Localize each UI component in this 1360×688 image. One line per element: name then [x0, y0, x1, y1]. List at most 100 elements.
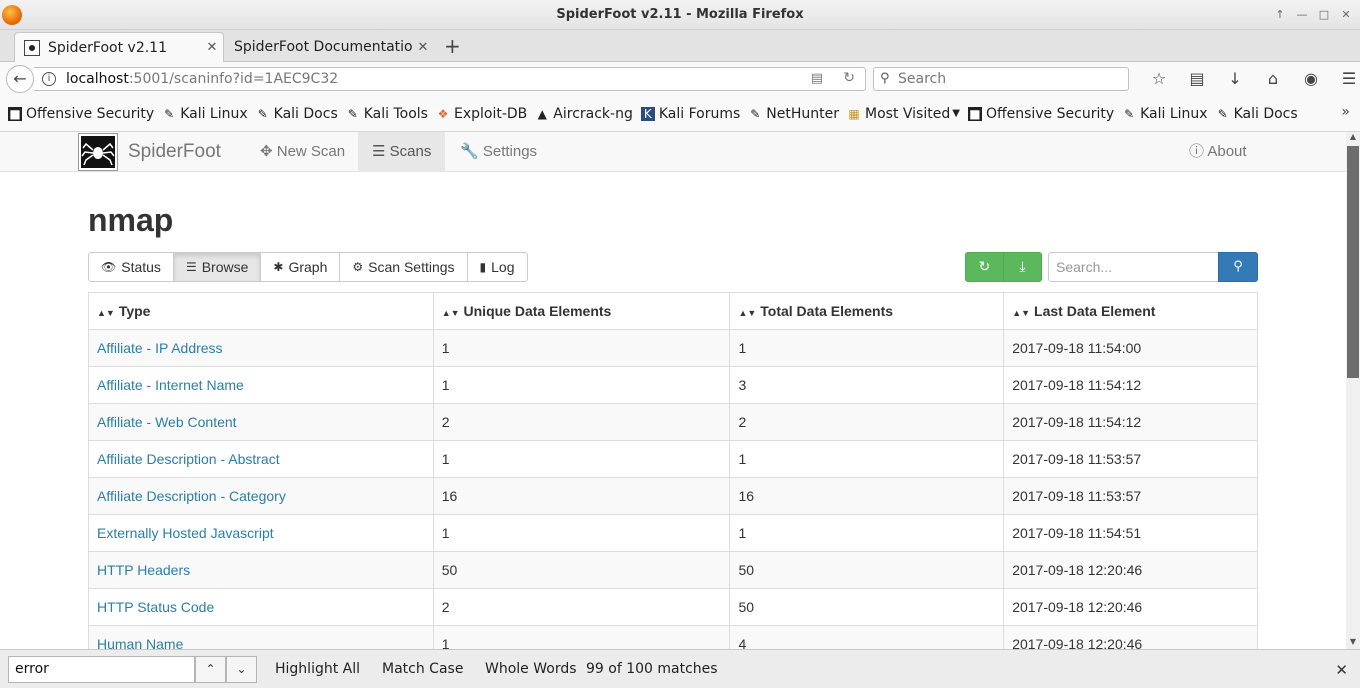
kali-icon: ✎	[1124, 106, 1135, 121]
pocket-icon[interactable]: ◉	[1292, 67, 1330, 91]
data-type-link[interactable]: HTTP Status Code	[97, 599, 214, 615]
minimize-icon[interactable]: —	[1292, 6, 1312, 24]
chevron-down-icon: ⌄	[236, 662, 247, 676]
nav-about[interactable]: ⓘ About	[1175, 132, 1261, 172]
spiderfoot-navbar: SpiderFoot ✥ New Scan ☰ Scans 🔧 Settings…	[0, 132, 1346, 172]
bookmark-star-icon[interactable]: ☆	[1140, 67, 1178, 91]
data-type-link[interactable]: Externally Hosted Javascript	[97, 525, 274, 541]
match-case-toggle[interactable]: Match Case	[382, 661, 463, 677]
bookmark-aircrack-ng[interactable]: ▲ Aircrack-ng	[535, 106, 633, 122]
bookmark-kali-docs[interactable]: ✎ Kali Docs	[256, 106, 338, 122]
bookmark-offensive-security[interactable]: ■ Offensive Security	[8, 106, 154, 122]
reload-icon[interactable]: ↻	[843, 70, 855, 86]
tab-documentation[interactable]: SpiderFoot Documentation ✕	[226, 32, 434, 62]
bookmark-kali-linux-2[interactable]: ✎ Kali Linux	[1122, 106, 1208, 122]
export-button[interactable]: ⤓	[1003, 252, 1042, 282]
toolbar-icons: ☆ ▤ ↓ ⌂ ◉ ☰	[1140, 67, 1360, 91]
url-bar[interactable]: i localhost:5001/scaninfo?id=1AEC9C32 ▤ …	[34, 67, 866, 91]
refresh-button[interactable]: ↻	[965, 252, 1004, 282]
data-type-link[interactable]: Affiliate Description - Category	[97, 488, 286, 504]
data-type-link[interactable]: Affiliate Description - Abstract	[97, 451, 280, 467]
scroll-up-icon[interactable]: ▲	[1346, 132, 1360, 144]
tab-scan-settings[interactable]: ⚙ Scan Settings	[339, 252, 468, 282]
tab-status[interactable]: 👁 Status	[88, 252, 174, 282]
tab-close-icon[interactable]: ✕	[412, 40, 434, 55]
window-up-icon[interactable]: ↑	[1270, 6, 1290, 24]
cell-last: 2017-09-18 12:20:46	[1003, 625, 1258, 649]
tab-label: SpiderFoot Documentation	[234, 39, 412, 55]
new-tab-button[interactable]: +	[444, 34, 461, 58]
bookmark-nethunter[interactable]: ✎ NetHunter	[748, 106, 839, 122]
bookmark-most-visited[interactable]: ▦ Most Visited ▼	[847, 106, 960, 122]
browser-search-box[interactable]: ⚲ Search	[873, 67, 1129, 91]
window-titlebar: SpiderFoot v2.11 - Mozilla Firefox ↑ — □…	[0, 0, 1360, 30]
bookmarks-overflow-icon[interactable]: »	[1341, 104, 1350, 120]
reader-view-icon[interactable]: ▤	[811, 71, 823, 86]
bookmark-exploit-db[interactable]: ❖ Exploit-DB	[436, 106, 528, 122]
col-last-header[interactable]: ▲▼ Last Data Element	[1003, 292, 1258, 330]
col-unique-header[interactable]: ▲▼ Unique Data Elements	[432, 292, 731, 330]
tab-spiderfoot[interactable]: SpiderFoot v2.11 ✕	[14, 32, 224, 62]
close-find-bar-icon[interactable]: ✕	[1335, 661, 1348, 679]
data-type-link[interactable]: HTTP Headers	[97, 562, 190, 578]
url-text[interactable]: localhost:5001/scaninfo?id=1AEC9C32	[66, 71, 338, 87]
data-type-link[interactable]: Human Name	[97, 636, 183, 649]
cell-total: 50	[729, 588, 1005, 626]
data-type-link[interactable]: Affiliate - IP Address	[97, 340, 223, 356]
scroll-down-icon[interactable]: ▼	[1346, 637, 1360, 649]
table-actions: ↻ ⤓	[965, 252, 1042, 282]
bookmark-offensive-security-2[interactable]: ■ Offensive Security	[967, 106, 1114, 122]
list-icon: ☰	[372, 143, 386, 160]
spiderfoot-logo[interactable]	[78, 133, 118, 171]
tab-close-icon[interactable]: ✕	[201, 40, 223, 55]
table-row: Affiliate - Internet Name 1 3 2017-09-18 11…	[88, 366, 1258, 404]
tab-strip: SpiderFoot v2.11 ✕ SpiderFoot Documentat…	[0, 30, 1360, 62]
find-next-button[interactable]: ⌄	[226, 656, 257, 683]
col-total-header[interactable]: ▲▼ Total Data Elements	[729, 292, 1005, 330]
home-icon[interactable]: ⌂	[1254, 67, 1292, 91]
scrollbar-thumb[interactable]	[1347, 146, 1359, 378]
spiderfoot-brand[interactable]: SpiderFoot	[128, 141, 221, 163]
nav-scans[interactable]: ☰ Scans	[358, 132, 446, 172]
maximize-icon[interactable]: □	[1314, 6, 1334, 24]
col-type-header[interactable]: ▲▼ Type	[88, 292, 434, 330]
info-icon[interactable]: i	[42, 72, 56, 86]
table-search-button[interactable]: ⚲	[1218, 252, 1258, 282]
find-input[interactable]: error	[8, 656, 195, 683]
bookmark-kali-tools[interactable]: ✎ Kali Tools	[346, 106, 428, 122]
exploitdb-icon: ❖	[437, 106, 449, 121]
library-icon[interactable]: ▤	[1178, 67, 1216, 91]
data-type-link[interactable]: Affiliate - Internet Name	[97, 377, 244, 393]
menu-icon[interactable]: ☰	[1330, 67, 1360, 91]
bookmark-kali-docs-2[interactable]: ✎ Kali Docs	[1216, 106, 1298, 122]
nav-new-scan[interactable]: ✥ New Scan	[246, 132, 359, 172]
cell-total: 1	[729, 329, 1005, 367]
close-window-icon[interactable]: ✕	[1336, 6, 1356, 24]
find-previous-button[interactable]: ⌃	[195, 656, 226, 683]
table-search-input[interactable]: Search...	[1048, 252, 1219, 282]
whole-words-toggle[interactable]: Whole Words	[485, 661, 577, 677]
scan-view-tabs: 👁 Status ☰ Browse ✱ Graph ⚙ Scan Settings ▮ L…	[88, 252, 528, 282]
download-icon[interactable]: ↓	[1216, 67, 1254, 91]
search-icon: ⚲	[880, 71, 890, 86]
find-status: 99 of 100 matches	[586, 661, 718, 677]
kali-icon: ✎	[750, 106, 761, 121]
tab-graph[interactable]: ✱ Graph	[260, 252, 341, 282]
table-row: HTTP Status Code 2 50 2017-09-18 12:20:46	[88, 588, 1258, 626]
book-icon: ▮	[479, 260, 487, 274]
table-row: Externally Hosted Javascript 1 1 2017-09-18…	[88, 514, 1258, 552]
page-title: nmap	[88, 202, 174, 238]
cell-total: 2	[729, 403, 1005, 441]
bookmark-kali-linux[interactable]: ✎ Kali Linux	[162, 106, 248, 122]
tab-browse[interactable]: ☰ Browse	[172, 252, 262, 282]
page-scrollbar[interactable]: ▲ ▼	[1346, 132, 1360, 649]
tab-log[interactable]: ▮ Log	[466, 252, 528, 282]
cell-type: HTTP Headers	[88, 551, 434, 589]
nav-settings[interactable]: 🔧 Settings	[446, 132, 551, 172]
info-circle-icon: ⓘ	[1189, 143, 1205, 160]
highlight-all-toggle[interactable]: Highlight All	[275, 661, 360, 677]
data-type-link[interactable]: Affiliate - Web Content	[97, 414, 237, 430]
search-icon: ⚲	[1233, 259, 1243, 274]
back-button[interactable]: ←	[6, 65, 34, 93]
bookmark-kali-forums[interactable]: K Kali Forums	[640, 106, 740, 122]
